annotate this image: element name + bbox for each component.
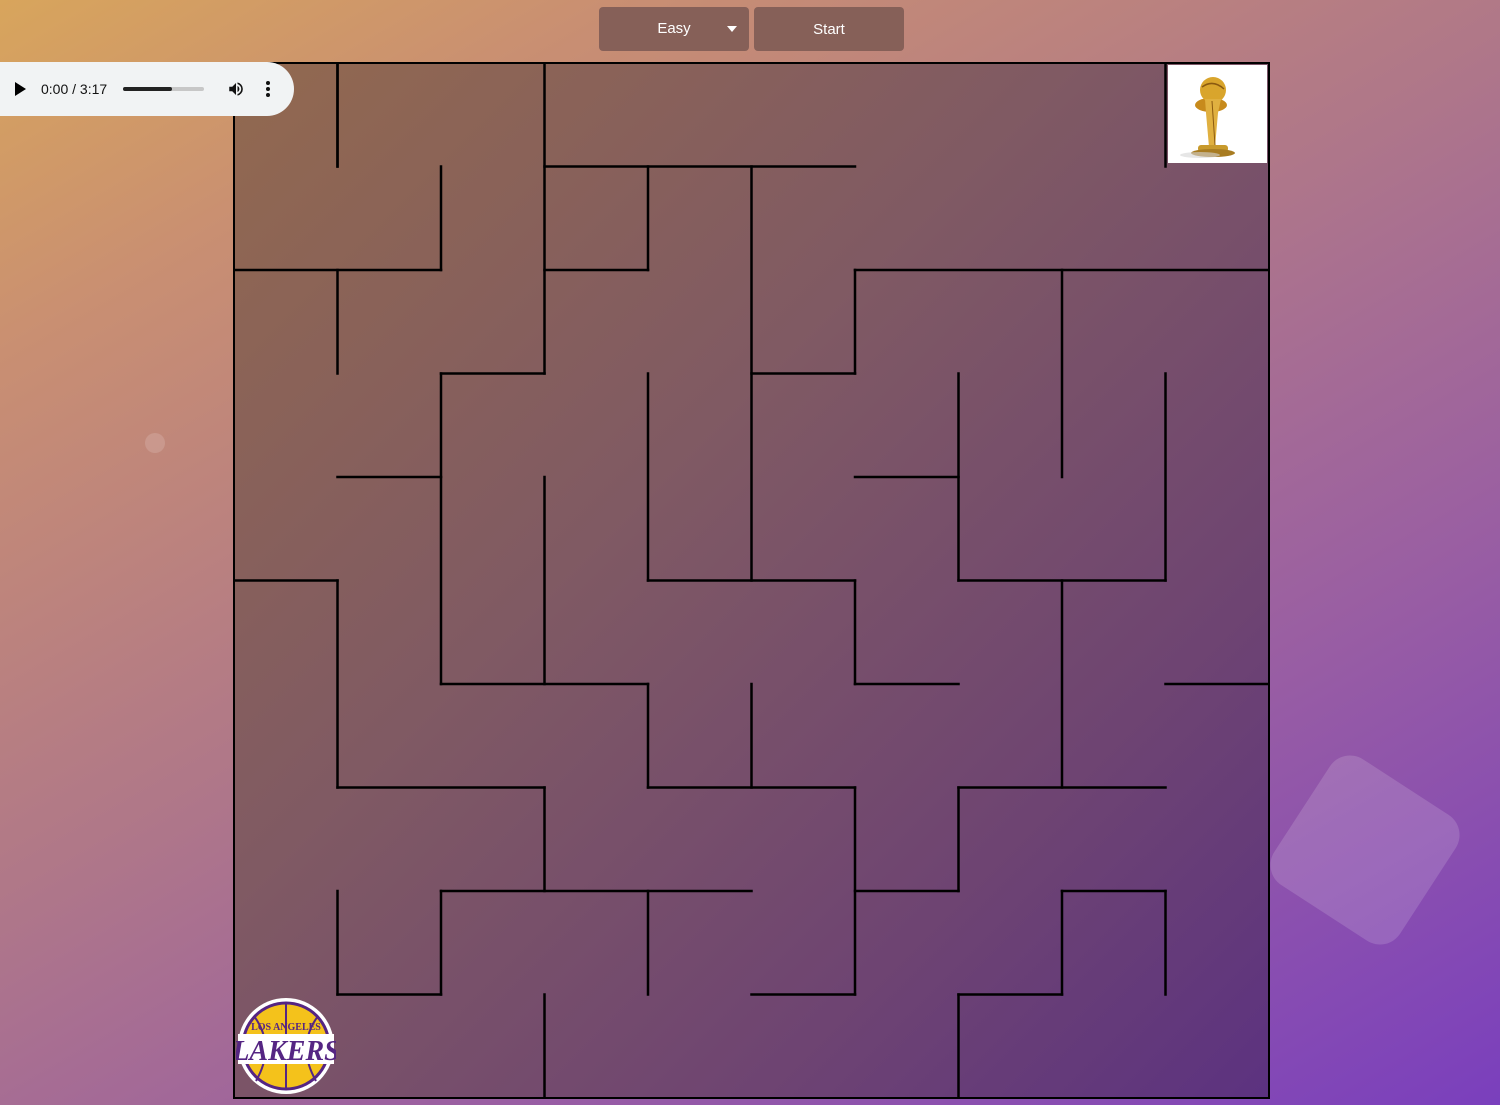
audio-seek-slider[interactable]: [123, 87, 204, 91]
maze-walls: [233, 62, 1270, 1099]
lakers-logo-icon: LOS ANGELES LAKERS: [231, 996, 340, 1101]
game-controls: Easy Start: [599, 7, 904, 51]
play-icon[interactable]: [15, 82, 26, 96]
more-vert-icon[interactable]: [266, 80, 270, 103]
trophy-icon: [1168, 65, 1267, 163]
difficulty-select[interactable]: Easy: [599, 7, 749, 51]
audio-time: 0:00 / 3:17: [41, 81, 108, 97]
chevron-down-icon: [727, 26, 737, 32]
svg-text:LAKERS: LAKERS: [236, 1036, 336, 1067]
background-shape: [145, 433, 165, 453]
start-button[interactable]: Start: [754, 7, 904, 51]
background-shape: [1261, 746, 1469, 954]
volume-icon[interactable]: [227, 80, 245, 103]
audio-seek-progress: [123, 87, 172, 91]
svg-text:LOS ANGELES: LOS ANGELES: [251, 1022, 321, 1033]
